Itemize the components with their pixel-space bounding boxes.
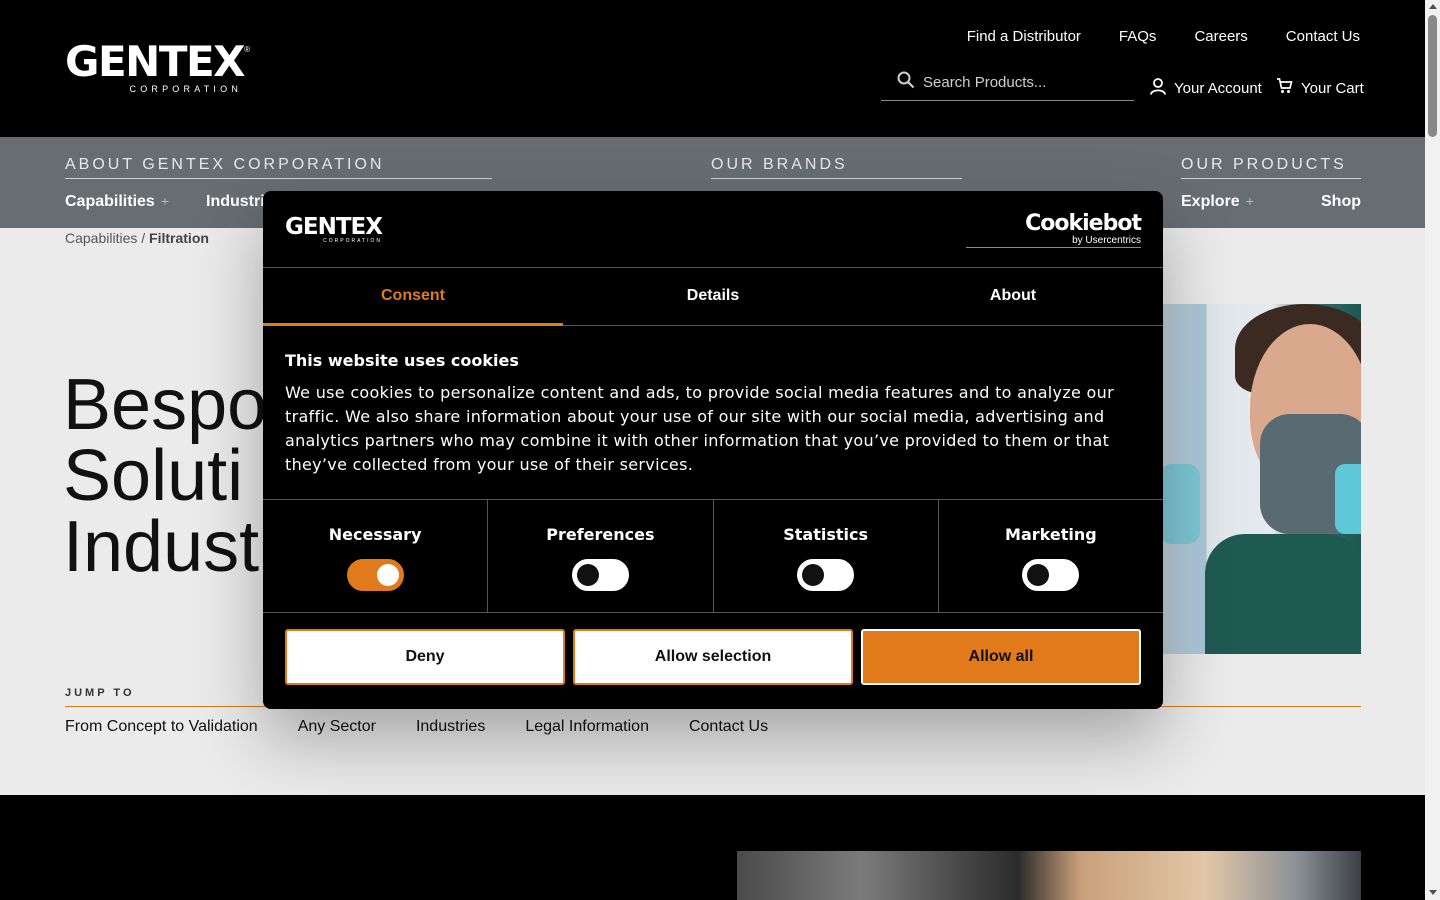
preferences-switch[interactable]	[571, 559, 629, 591]
jump-link-legal-information[interactable]: Legal Information	[525, 718, 649, 736]
cookie-dialog-buttons: Deny Allow selection Allow all	[285, 629, 1141, 685]
nav-explore-label: Explore	[1181, 193, 1240, 210]
search-box	[881, 64, 1134, 101]
switch-knob	[576, 564, 599, 586]
necessary-switch[interactable]	[346, 559, 404, 591]
logo-wordmark: GENTEX	[65, 37, 246, 86]
photo-scrubs	[1205, 534, 1361, 654]
toggle-necessary: Necessary	[263, 500, 489, 612]
cookie-category-toggles: Necessary Preferences Statistics Marketi…	[263, 499, 1163, 613]
jump-link-concept-validation[interactable]: From Concept to Validation	[65, 718, 258, 736]
hero-heading-line-3: Indust	[63, 507, 260, 587]
tab-consent[interactable]: Consent	[263, 268, 563, 326]
hero-heading-line-2: Soluti	[63, 436, 244, 516]
cookiebot-byline: by Usercentrics	[1072, 235, 1141, 246]
site-header: GENTEX ® CORPORATION Find a Distributor …	[0, 0, 1425, 137]
toggle-preferences-label: Preferences	[546, 525, 655, 544]
scroll-up-arrow-icon[interactable]	[1429, 4, 1437, 9]
toggle-statistics-label: Statistics	[783, 525, 868, 544]
expand-plus-icon: +	[160, 193, 169, 209]
nav-shop-label: Shop	[1321, 193, 1361, 210]
statistics-switch[interactable]	[797, 559, 855, 591]
tab-details[interactable]: Details	[563, 268, 863, 325]
deny-button[interactable]: Deny	[285, 629, 565, 685]
your-cart-link[interactable]: Your Cart	[1276, 78, 1364, 98]
cookiebot-logo[interactable]: Cookiebot by Usercentrics	[966, 211, 1142, 248]
search-icon[interactable]	[897, 71, 915, 94]
nav-shop[interactable]: Shop	[1321, 193, 1361, 211]
hero-respirator-photo	[1140, 304, 1361, 654]
jump-to-label: JUMP TO	[65, 687, 135, 699]
photo-filter-cartridge	[1335, 464, 1361, 534]
gentex-logo[interactable]: GENTEX ® CORPORATION	[65, 37, 250, 95]
our-products-heading: OUR PRODUCTS	[1181, 156, 1361, 179]
dialog-gentex-logo: GENTEX CORPORATION	[285, 214, 383, 245]
nav-industries-label: Industri	[206, 193, 265, 210]
nav-explore[interactable]: Explore +	[1181, 193, 1254, 211]
search-input[interactable]	[923, 73, 1123, 91]
breadcrumb-current: Filtration	[149, 230, 209, 246]
cookie-dialog-tabs: Consent Details About	[263, 268, 1163, 326]
tab-about[interactable]: About	[863, 268, 1163, 325]
nav-capabilities[interactable]: Capabilities +	[65, 193, 169, 211]
expand-plus-icon: +	[1245, 193, 1254, 209]
user-icon	[1150, 78, 1166, 99]
section-photo	[737, 851, 1361, 900]
our-brands-heading: OUR BRANDS	[711, 156, 962, 179]
cookie-consent-dialog: GENTEX CORPORATION Cookiebot by Usercent…	[263, 191, 1163, 709]
scroll-thumb[interactable]	[1428, 15, 1437, 137]
photo-filter-cartridge	[1160, 464, 1200, 544]
dialog-logo-wordmark: GENTEX	[285, 214, 383, 240]
jump-link-industries[interactable]: Industries	[416, 718, 485, 736]
toggle-preferences: Preferences	[488, 500, 714, 612]
jump-link-any-sector[interactable]: Any Sector	[298, 718, 376, 736]
cart-icon	[1276, 78, 1293, 98]
cookie-dialog-header: GENTEX CORPORATION Cookiebot by Usercent…	[263, 191, 1163, 268]
allow-selection-button[interactable]: Allow selection	[573, 629, 853, 685]
page-scrollbar[interactable]	[1425, 0, 1440, 900]
switch-knob	[802, 564, 825, 586]
your-cart-label: Your Cart	[1301, 79, 1364, 97]
breadcrumb: Capabilities / Filtration	[65, 230, 209, 246]
faqs-link[interactable]: FAQs	[1119, 28, 1157, 45]
careers-link[interactable]: Careers	[1194, 28, 1247, 45]
switch-knob	[376, 564, 399, 586]
switch-knob	[1027, 564, 1050, 586]
your-account-link[interactable]: Your Account	[1150, 78, 1262, 99]
allow-all-button[interactable]: Allow all	[861, 629, 1141, 685]
cookiebot-wordmark: Cookiebot	[1025, 211, 1142, 236]
about-gentex-heading: ABOUT GENTEX CORPORATION	[65, 156, 492, 179]
toggle-marketing: Marketing	[939, 500, 1163, 612]
toggle-marketing-label: Marketing	[1005, 525, 1097, 544]
nav-industries[interactable]: Industri	[206, 193, 265, 211]
utility-nav: Find a Distributor FAQs Careers Contact …	[967, 28, 1360, 45]
logo-registered-mark: ®	[244, 45, 251, 54]
breadcrumb-capabilities[interactable]: Capabilities	[65, 230, 137, 246]
marketing-switch[interactable]	[1022, 559, 1080, 591]
find-distributor-link[interactable]: Find a Distributor	[967, 28, 1081, 45]
jump-link-contact-us[interactable]: Contact Us	[689, 718, 768, 736]
hero-heading: Bespo Soluti Indust	[63, 365, 268, 587]
jump-to-links: From Concept to Validation Any Sector In…	[65, 718, 768, 736]
breadcrumb-separator: /	[137, 230, 150, 246]
cookie-dialog-description: We use cookies to personalize content an…	[285, 383, 1114, 474]
toggle-statistics: Statistics	[714, 500, 939, 612]
contact-us-link[interactable]: Contact Us	[1286, 28, 1360, 45]
hero-heading-line-1: Bespo	[63, 365, 268, 445]
cookie-dialog-title: This website uses cookies	[285, 351, 519, 370]
toggle-necessary-label: Necessary	[328, 525, 422, 544]
scroll-down-arrow-icon[interactable]	[1429, 890, 1437, 895]
nav-capabilities-label: Capabilities	[65, 193, 155, 210]
your-account-label: Your Account	[1174, 80, 1262, 97]
